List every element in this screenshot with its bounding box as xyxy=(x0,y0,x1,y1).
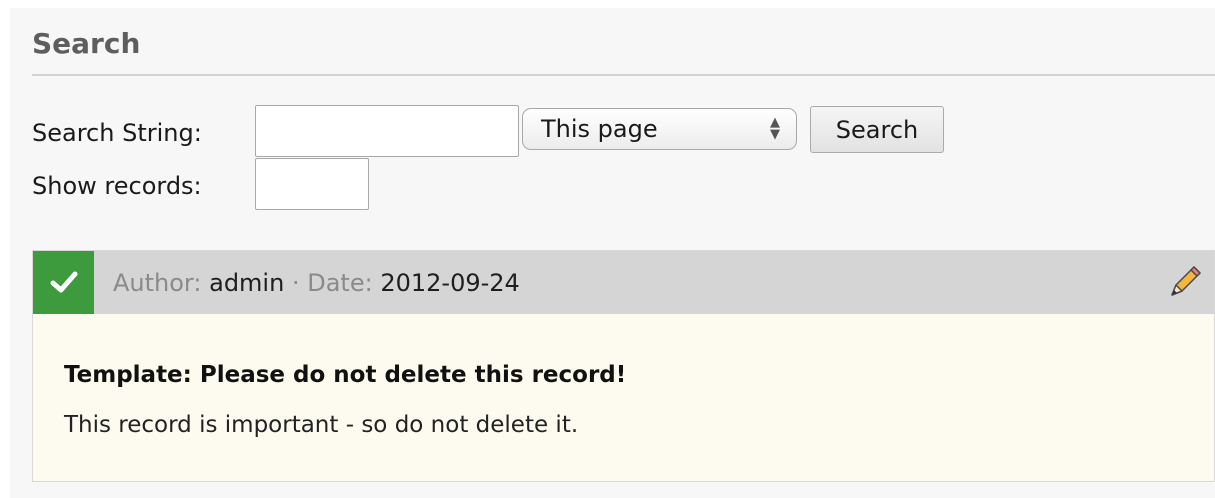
record-body: This record is important - so do not del… xyxy=(64,412,579,438)
record-card: Author: admin · Date: 2012-09-24 Templat… xyxy=(32,250,1215,482)
status-badge xyxy=(33,251,94,314)
search-string-label: Search String: xyxy=(32,119,202,147)
search-string-input[interactable] xyxy=(255,105,519,157)
scope-select[interactable]: This page ▲ ▼ xyxy=(522,108,797,150)
pencil-icon[interactable] xyxy=(1166,263,1204,301)
date-label: Date: xyxy=(307,269,373,297)
search-panel: Search Search String: This page ▲ ▼ Searc… xyxy=(10,8,1215,498)
section-divider xyxy=(32,74,1215,76)
meta-separator: · xyxy=(291,269,300,297)
record-header: Author: admin · Date: 2012-09-24 xyxy=(33,251,1214,314)
section-title: Search xyxy=(32,27,141,60)
record-meta: Author: admin · Date: 2012-09-24 xyxy=(113,271,520,295)
author-label: Author: xyxy=(113,269,202,297)
select-arrows-icon: ▲ ▼ xyxy=(770,115,780,142)
author-value: admin xyxy=(209,269,285,297)
show-records-input[interactable] xyxy=(255,158,369,210)
search-button[interactable]: Search xyxy=(810,106,944,153)
record-title: Template: Please do not delete this reco… xyxy=(64,362,627,388)
date-value: 2012-09-24 xyxy=(380,269,520,297)
scope-select-value: This page xyxy=(541,115,658,143)
show-records-label: Show records: xyxy=(32,172,202,200)
checkmark-icon xyxy=(50,271,78,293)
